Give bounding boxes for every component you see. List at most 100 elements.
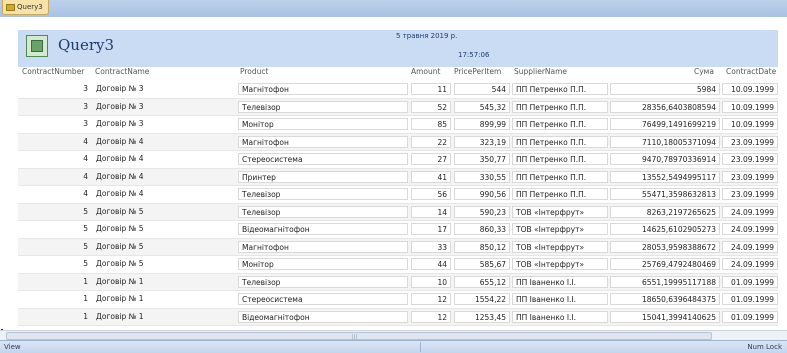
cell-product: Телевізор: [238, 205, 408, 218]
cell-priceperitem: 860,33: [454, 223, 510, 235]
cell-product: Магнітофон: [238, 83, 408, 95]
column-header-contractdate: ContractDate: [726, 67, 777, 76]
table-row[interactable]: 3 Договір № 3 Монітор 85 899,99 ПП Петренко П…: [18, 116, 778, 134]
table-row[interactable]: 5 Договір № 5 Монітор 44 585,67 ТОВ «Інтерфру…: [18, 256, 778, 274]
cell-suma: 7110,18005371094: [610, 135, 720, 148]
query-tab-icon: [6, 3, 15, 11]
cell-contractdate: 23.09.1999: [722, 188, 778, 200]
table-row[interactable]: 5 Договір № 5 Магнітофон 33 850,12 ТОВ «Інтер…: [18, 238, 778, 256]
cell-priceperitem: 655,12: [454, 275, 510, 288]
cell-contractnumber: 3: [83, 119, 88, 128]
table-row[interactable]: 1 Договір № 1 Стереосистема 12 1554,22 ПП Іва…: [18, 291, 778, 309]
cell-suppliername: ТОВ «Інтерфрут»: [512, 205, 608, 218]
cell-contractname: Договір № 5: [96, 259, 144, 268]
cell-product: Відеомагнітофон: [238, 310, 408, 323]
status-bar: View Num Lock: [0, 340, 787, 353]
cell-contractnumber: 5: [83, 259, 88, 268]
table-row[interactable]: 3 Договір № 3 Магнітофон 11 544 ПП Петренко П…: [18, 81, 778, 99]
column-header-contractname: ContractName: [95, 67, 150, 76]
cell-amount: 56: [411, 188, 451, 200]
cell-amount: 44: [411, 258, 451, 270]
table-row[interactable]: 3 Договір № 3 Телевізор 52 545,32 ПП Петренко…: [18, 98, 778, 116]
cell-priceperitem: 545,32: [454, 100, 510, 113]
cell-contractnumber: 4: [83, 171, 88, 181]
scrollbar-thumb[interactable]: |||: [6, 332, 712, 340]
cell-suma: 13552,5494995117: [610, 170, 720, 183]
cell-suma: 9470,78970336914: [610, 153, 720, 165]
cell-contractname: Договір № 5: [96, 241, 144, 251]
cell-suma: 8263,2197265625: [610, 205, 720, 218]
report-date: 5 травня 2019 р.: [396, 32, 458, 40]
table-row[interactable]: 4 Договір № 4 Телевізор 56 990,56 ПП Петренко…: [18, 186, 778, 204]
cell-suppliername: ПП Петренко П.П.: [512, 118, 608, 130]
report-header: Query3 5 травня 2019 р. 17:57:06: [18, 30, 778, 67]
report-time: 17:57:06: [458, 51, 490, 59]
cell-contractname: Договір № 3: [96, 101, 144, 111]
cell-product: Телевізор: [238, 188, 408, 200]
cell-priceperitem: 544: [454, 83, 510, 95]
cell-suppliername: ТОВ «Інтерфрут»: [512, 240, 608, 253]
cell-suma: 55471,3598632813: [610, 188, 720, 200]
cell-amount: 10: [411, 275, 451, 288]
cell-amount: 85: [411, 118, 451, 130]
table-row[interactable]: 4 Договір № 4 Стереосистема 27 350,77 ПП Петр…: [18, 151, 778, 169]
cell-contractname: Договір № 3: [96, 84, 144, 93]
cell-contractdate: 10.09.1999: [722, 118, 778, 130]
cell-suppliername: ПП Іваненко І.І.: [512, 275, 608, 288]
cell-contractname: Договір № 5: [96, 206, 144, 216]
cell-suma: 14625,6102905273: [610, 223, 720, 235]
cell-suma: 15041,3994140625: [610, 310, 720, 323]
cell-suma: 5984: [610, 83, 720, 95]
tab-query3[interactable]: Query3: [2, 0, 49, 15]
cell-amount: 27: [411, 153, 451, 165]
cell-suppliername: ПП Петренко П.П.: [512, 135, 608, 148]
table-row[interactable]: 1 Договір № 1 Відеомагнітофон 12 1253,45 ПП І…: [18, 308, 778, 326]
cell-suppliername: ПП Петренко П.П.: [512, 188, 608, 200]
cell-suppliername: ПП Петренко П.П.: [512, 100, 608, 113]
table-row[interactable]: 5 Договір № 5 Телевізор 14 590,23 ТОВ «Інтерф…: [18, 203, 778, 221]
table-row[interactable]: 1 Договір № 1 Телевізор 10 655,12 ПП Іваненко…: [18, 273, 778, 291]
cell-product: Монітор: [238, 118, 408, 130]
cell-contractnumber: 1: [83, 311, 88, 321]
query-icon: [26, 35, 48, 57]
cell-contractnumber: 3: [83, 84, 88, 93]
cell-product: Телевізор: [238, 275, 408, 288]
cell-contractname: Договір № 4: [96, 154, 144, 163]
table-row[interactable]: 5 Договір № 5 Відеомагнітофон 17 860,33 ТОВ «…: [18, 221, 778, 239]
cell-amount: 12: [411, 293, 451, 305]
cell-priceperitem: 850,12: [454, 240, 510, 253]
cell-amount: 12: [411, 310, 451, 323]
cell-product: Відеомагнітофон: [238, 223, 408, 235]
cell-contractnumber: 3: [83, 101, 88, 111]
status-numlock: Num Lock: [747, 343, 782, 351]
report-table: 3 Договір № 3 Магнітофон 11 544 ПП Петренко П…: [18, 81, 778, 326]
cell-product: Принтер: [238, 170, 408, 183]
cell-amount: 11: [411, 83, 451, 95]
cell-suppliername: ПП Іваненко І.І.: [512, 293, 608, 305]
cell-contractname: Договір № 4: [96, 189, 144, 198]
cell-suma: 28356,6403808594: [610, 100, 720, 113]
cell-contractdate: 24.09.1999: [722, 240, 778, 253]
cell-priceperitem: 323,19: [454, 135, 510, 148]
table-row[interactable]: 4 Договір № 4 Принтер 41 330,55 ПП Петренко П…: [18, 168, 778, 186]
cell-suma: 25769,4792480469: [610, 258, 720, 270]
column-header-contractnumber: ContractNumber: [22, 67, 85, 76]
column-header-product: Product: [240, 67, 269, 76]
cell-priceperitem: 585,67: [454, 258, 510, 270]
cell-contractnumber: 1: [83, 294, 88, 303]
tab-label: Query3: [17, 3, 43, 11]
column-header-priceperitem: PricePerItem: [454, 67, 502, 76]
column-header-suma: Сума: [694, 67, 714, 76]
status-separator: [420, 342, 421, 352]
cell-priceperitem: 899,99: [454, 118, 510, 130]
cell-suppliername: ТОВ «Інтерфрут»: [512, 258, 608, 270]
cell-contractdate: 01.09.1999: [722, 275, 778, 288]
column-header-amount: Amount: [411, 67, 441, 76]
cell-contractdate: 01.09.1999: [722, 293, 778, 305]
cell-contractdate: 23.09.1999: [722, 170, 778, 183]
horizontal-scrollbar[interactable]: |||: [0, 330, 787, 340]
cell-suppliername: ПП Петренко П.П.: [512, 153, 608, 165]
cell-contractdate: 01.09.1999: [722, 310, 778, 323]
cell-amount: 33: [411, 240, 451, 253]
table-row[interactable]: 4 Договір № 4 Магнітофон 22 323,19 ПП Петренк…: [18, 133, 778, 151]
